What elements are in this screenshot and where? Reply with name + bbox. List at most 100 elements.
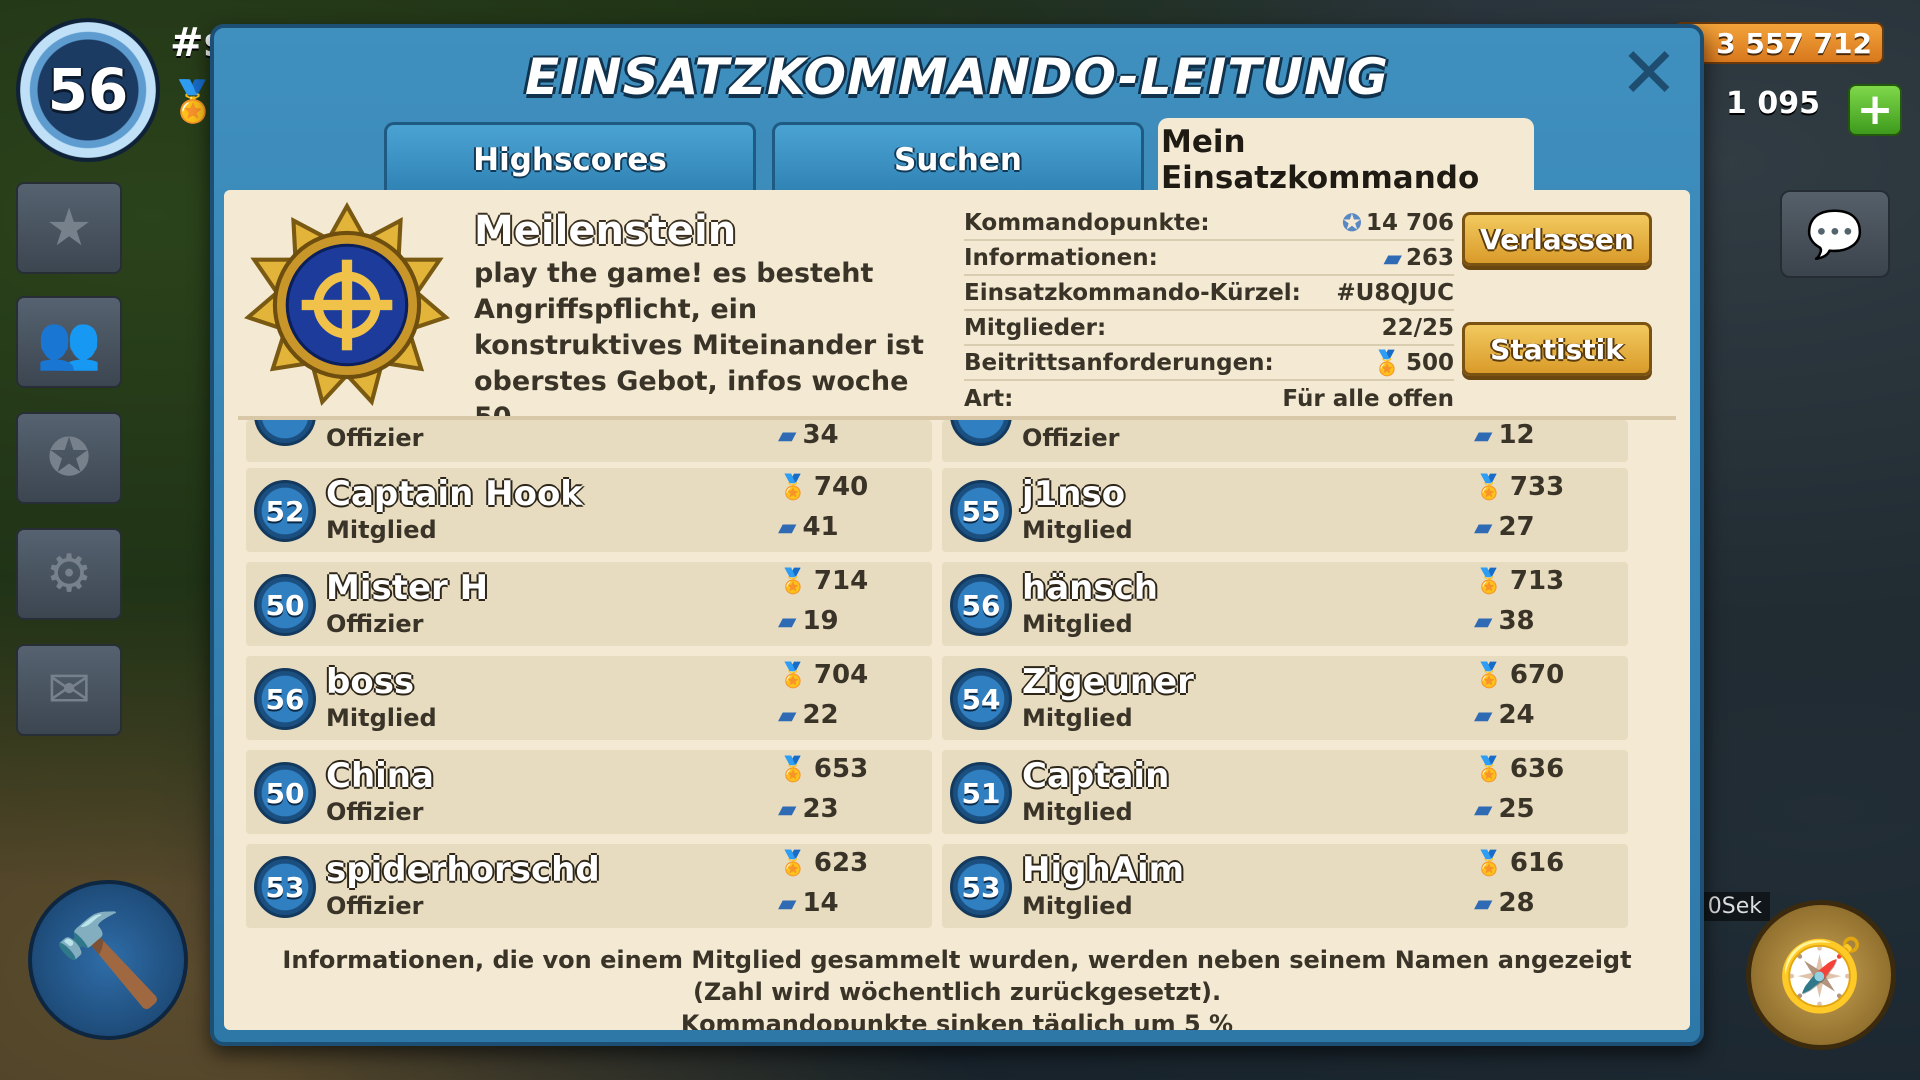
member-level-badge: 52 bbox=[254, 480, 316, 542]
member-intel: ▰ 27 bbox=[1474, 512, 1535, 542]
gears-icon[interactable]: ⚙ bbox=[16, 528, 122, 620]
squad-description: play the game! es besteht Angriffspflich… bbox=[474, 258, 924, 433]
member-score: 🏅 670 bbox=[1474, 660, 1564, 690]
member-row[interactable]: 50 China Offizier 🏅 653 ▰ 23 bbox=[246, 750, 932, 834]
member-score-value: 704 bbox=[813, 660, 869, 690]
cog-star-icon[interactable]: ✪ bbox=[16, 412, 122, 504]
people-icon[interactable]: 👥 bbox=[16, 296, 122, 388]
intel-icon: ▰ bbox=[778, 607, 797, 635]
member-row[interactable]: 56 hänsch Mitglied 🏅 713 ▰ 38 bbox=[942, 562, 1628, 646]
tab-search[interactable]: Suchen bbox=[772, 122, 1144, 194]
member-name: hänsch bbox=[1022, 568, 1158, 608]
squad-points-icon: ✪ bbox=[1341, 208, 1362, 237]
member-row[interactable]: 50 Mister H Offizier 🏅 714 ▰ 19 bbox=[246, 562, 932, 646]
member-intel-value: 12 bbox=[1498, 420, 1535, 450]
member-level-badge: 51 bbox=[950, 762, 1012, 824]
member-level-badge bbox=[254, 420, 316, 446]
member-name: HighAim bbox=[1022, 850, 1185, 890]
member-intel-value: 24 bbox=[1498, 700, 1535, 730]
member-level-badge: 50 bbox=[254, 762, 316, 824]
member-role: Mitglied bbox=[1022, 798, 1133, 826]
tab-my-squad[interactable]: Mein Einsatzkommando bbox=[1158, 118, 1534, 198]
tab-highscores[interactable]: Highscores bbox=[384, 122, 756, 194]
member-name: China bbox=[326, 756, 434, 796]
intel-icon: ▰ bbox=[1383, 243, 1402, 272]
info-value: #U8QJUC bbox=[1336, 279, 1454, 306]
member-score: 🏅 704 bbox=[778, 660, 868, 690]
intel-icon: ▰ bbox=[778, 889, 797, 917]
member-name: Zigeuner bbox=[1022, 662, 1194, 702]
member-row[interactable]: 56 boss Mitglied 🏅 704 ▰ 22 bbox=[246, 656, 932, 740]
add-diamonds-button[interactable]: + bbox=[1848, 84, 1902, 136]
member-role: Mitglied bbox=[1022, 704, 1133, 732]
member-list[interactable]: Offizier ▰ 34 Offizier ▰ 12 52 Captain Hoo… bbox=[246, 420, 1636, 928]
member-score: 🏅 623 bbox=[778, 848, 868, 878]
member-intel-value: 22 bbox=[802, 700, 839, 730]
member-row[interactable]: 54 Zigeuner Mitglied 🏅 670 ▰ 24 bbox=[942, 656, 1628, 740]
intel-icon: ▰ bbox=[1474, 607, 1493, 635]
member-name: spiderhorschd bbox=[326, 850, 600, 890]
member-role: Offizier bbox=[326, 424, 424, 452]
member-level-badge: 53 bbox=[950, 856, 1012, 918]
info-row-squad-points: Kommandopunkte: ✪ 14 706 bbox=[964, 206, 1454, 241]
info-row-requirement: Beitrittsanforderungen: 🏅 500 bbox=[964, 346, 1454, 381]
member-role: Mitglied bbox=[326, 704, 437, 732]
footer-decay-text: Kommandopunkte sinken täglich um 5 % bbox=[680, 1010, 1234, 1030]
intel-icon: ▰ bbox=[778, 513, 797, 541]
member-row[interactable]: 52 Captain Hook Mitglied 🏅 740 ▰ 41 bbox=[246, 468, 932, 552]
info-value: Für alle offen bbox=[1282, 385, 1454, 412]
info-label: Mitglieder: bbox=[964, 314, 1107, 341]
member-intel: ▰ 28 bbox=[1474, 888, 1535, 918]
member-intel: ▰ 23 bbox=[778, 794, 839, 824]
leave-squad-button[interactable]: Verlassen bbox=[1462, 212, 1652, 266]
member-score: 🏅 616 bbox=[1474, 848, 1564, 878]
member-intel: ▰ 22 bbox=[778, 700, 839, 730]
member-score-value: 616 bbox=[1509, 848, 1565, 878]
chat-bubble-icon[interactable]: 💬 bbox=[1780, 190, 1890, 278]
medal-icon: 🏅 bbox=[778, 755, 808, 783]
member-score-value: 653 bbox=[813, 754, 869, 784]
member-role: Offizier bbox=[326, 798, 424, 826]
member-role: Mitglied bbox=[1022, 516, 1133, 544]
envelope-icon[interactable]: ✉ bbox=[16, 644, 122, 736]
info-row-squad-tag: Einsatzkommando-Kürzel: #U8QJUC bbox=[964, 276, 1454, 311]
member-level-badge: 50 bbox=[254, 574, 316, 636]
medal-icon: 🏅 bbox=[778, 849, 808, 877]
member-intel-value: 41 bbox=[802, 512, 839, 542]
info-row-members: Mitglieder: 22/25 bbox=[964, 311, 1454, 346]
hammer-icon[interactable]: 🔨 bbox=[28, 880, 188, 1040]
player-level-badge[interactable]: 56 bbox=[16, 18, 160, 162]
member-row[interactable]: 55 j1nso Mitglied 🏅 733 ▰ 27 bbox=[942, 468, 1628, 552]
member-intel: ▰ 24 bbox=[1474, 700, 1535, 730]
member-intel-value: 25 bbox=[1498, 794, 1535, 824]
info-label: Beitrittsanforderungen: bbox=[964, 349, 1274, 376]
compass-icon[interactable]: 🧭 bbox=[1746, 900, 1896, 1050]
member-score: 🏅 714 bbox=[778, 566, 868, 596]
close-icon[interactable]: ✕ bbox=[1618, 38, 1680, 108]
member-intel-value: 34 bbox=[802, 420, 839, 450]
member-intel: ▰ 19 bbox=[778, 606, 839, 636]
member-intel: ▰ 14 bbox=[778, 888, 839, 918]
squad-emblem-icon bbox=[244, 202, 450, 406]
squad-info-table: Kommandopunkte: ✪ 14 706 Informationen: ▰… bbox=[964, 206, 1454, 416]
member-score: 🏅 740 bbox=[778, 472, 868, 502]
member-score-value: 733 bbox=[1509, 472, 1565, 502]
info-label: Einsatzkommando-Kürzel: bbox=[964, 279, 1301, 306]
member-row[interactable]: Offizier ▰ 12 bbox=[942, 420, 1628, 462]
member-level-badge: 54 bbox=[950, 668, 1012, 730]
statistics-button[interactable]: Statistik bbox=[1462, 322, 1652, 376]
member-row[interactable]: 53 HighAim Mitglied 🏅 616 ▰ 28 bbox=[942, 844, 1628, 928]
member-row[interactable]: Offizier ▰ 34 bbox=[246, 420, 932, 462]
intel-icon: ▰ bbox=[1474, 795, 1493, 823]
member-intel-value: 28 bbox=[1498, 888, 1535, 918]
medal-icon: 🏅 bbox=[778, 661, 808, 689]
gold-amount: 3 557 712 bbox=[1716, 26, 1872, 60]
member-row[interactable]: 53 spiderhorschd Offizier 🏅 623 ▰ 14 bbox=[246, 844, 932, 928]
info-row-intel: Informationen: ▰ 263 bbox=[964, 241, 1454, 276]
member-row[interactable]: 51 Captain Mitglied 🏅 636 ▰ 25 bbox=[942, 750, 1628, 834]
medal-icon: 🏅 bbox=[1474, 567, 1504, 595]
member-intel: ▰ 25 bbox=[1474, 794, 1535, 824]
medal-icon: 🏅 bbox=[1474, 849, 1504, 877]
star-icon[interactable]: ★ bbox=[16, 182, 122, 274]
intel-icon: ▰ bbox=[1474, 513, 1493, 541]
